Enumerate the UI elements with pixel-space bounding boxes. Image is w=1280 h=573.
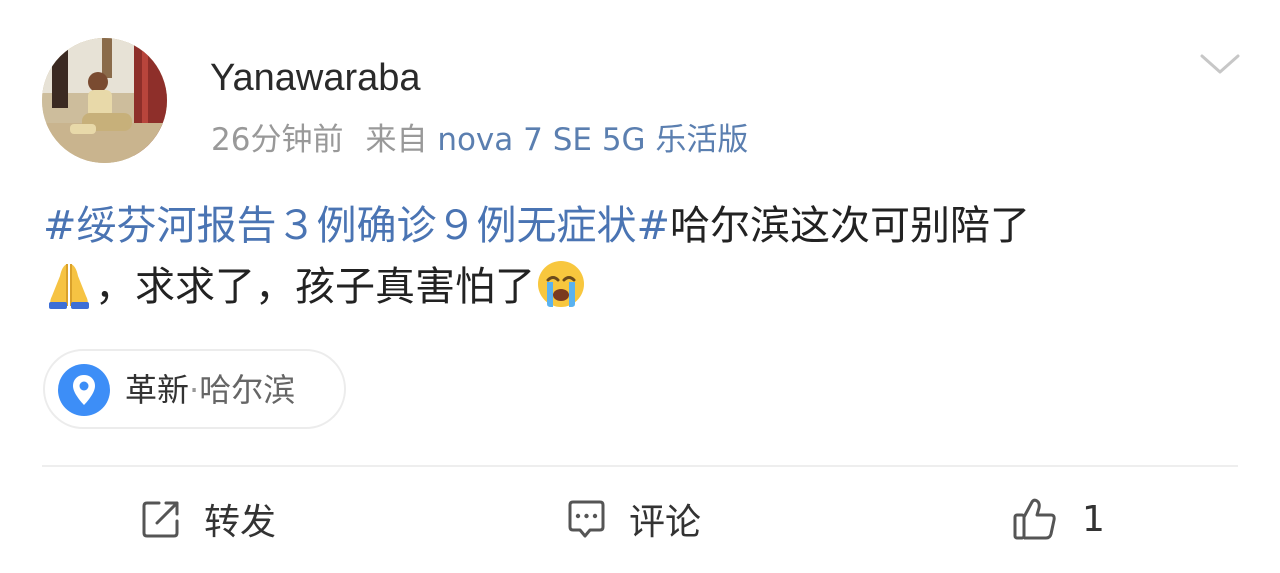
avatar[interactable] [42,38,167,163]
comment-label: 评论 [629,502,702,543]
location-pin-icon [58,364,110,416]
repost-icon [142,501,179,538]
post-text-part1: 哈尔滨这次可别陪了 [670,203,1031,249]
source-prefix: 来自 [365,122,428,158]
like-button[interactable]: 1 [1012,494,1105,544]
post-text-part2: ，求求了，孩子真害怕了 [95,264,535,310]
location-city: 哈尔滨 [199,371,296,409]
divider [42,465,1238,467]
topic-link[interactable]: #绥芬河报告３例确诊９例无症状# [43,203,670,249]
comment-icon [568,500,605,538]
location-text: 革新·哈尔滨 [125,368,295,412]
location-separator: · [189,371,200,409]
username[interactable]: Yanawaraba [210,54,421,102]
location-tag[interactable]: 革新·哈尔滨 [43,349,346,429]
post-text: #绥芬河报告３例确诊９例无症状#哈尔滨这次可别陪了 ，求求了，孩子真害怕了 [43,196,1243,318]
post-time: 26分钟前 [211,122,344,158]
repost-button[interactable]: 转发 [140,494,276,544]
chevron-down-icon[interactable] [1196,48,1244,80]
repost-label: 转发 [204,502,277,543]
post-meta: 26分钟前 来自 nova 7 SE 5G 乐活版 [211,118,748,162]
like-count: 1 [1082,498,1105,540]
loudly-crying-face-emoji [538,261,584,307]
location-district: 革新 [125,371,190,409]
folded-hands-emoji [49,264,89,309]
device-link[interactable]: nova 7 SE 5G 乐活版 [437,122,748,158]
comment-button[interactable]: 评论 [565,494,701,544]
thumbs-up-icon [1013,498,1056,540]
